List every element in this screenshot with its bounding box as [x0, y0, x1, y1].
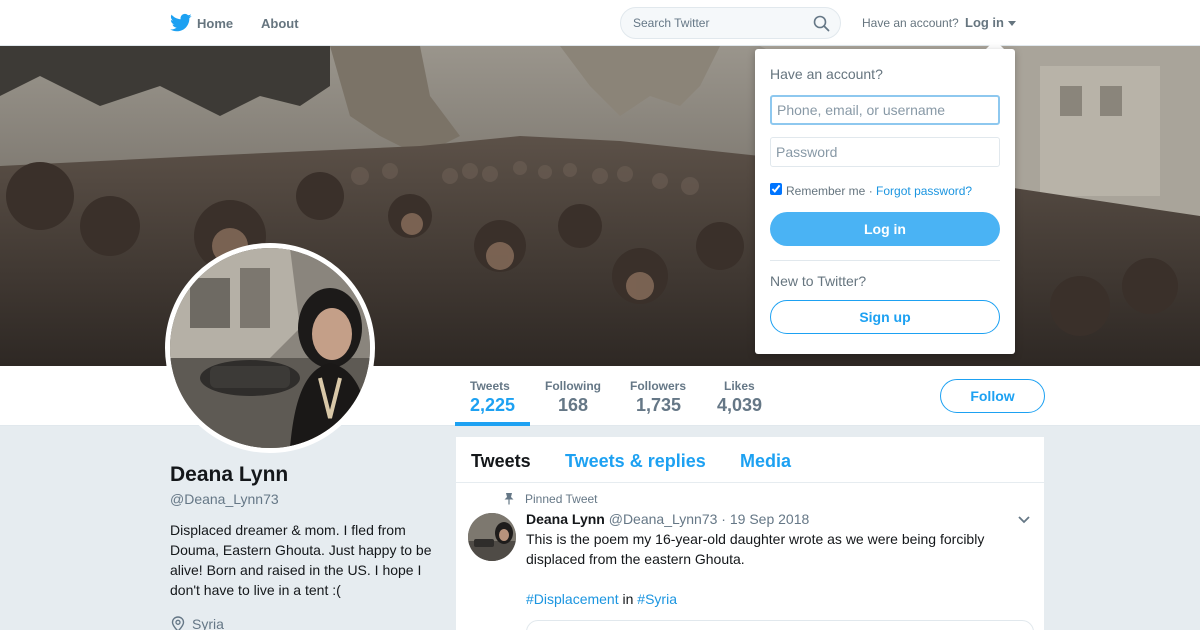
- login-dropdown-toggle[interactable]: Log in: [965, 15, 1004, 30]
- stat-value: 1,735: [636, 395, 682, 415]
- tweet-author-name[interactable]: Deana Lynn: [526, 511, 605, 527]
- pinned-tweet-label: Pinned Tweet: [525, 492, 598, 506]
- timeline-tabs: Tweets Tweets & replies Media: [456, 437, 1044, 483]
- hashtag-link[interactable]: #Displacement: [526, 591, 619, 607]
- profile-location: Syria: [192, 616, 224, 630]
- profile-avatar[interactable]: [165, 243, 375, 453]
- stat-value: 168: [558, 395, 589, 415]
- tab-tweets[interactable]: Tweets: [471, 451, 531, 472]
- signup-button[interactable]: Sign up: [770, 300, 1000, 334]
- tweet-separator: ·: [721, 511, 726, 527]
- new-to-twitter-text: New to Twitter?: [770, 273, 867, 289]
- tab-tweets-and-replies[interactable]: Tweets & replies: [565, 451, 706, 472]
- dropdown-divider: [770, 260, 1000, 261]
- tweet-timestamp[interactable]: 19 Sep 2018: [730, 511, 809, 527]
- stat-following[interactable]: Following 168: [545, 379, 601, 416]
- tweet-hashtags-line: #Displacement in #Syria: [526, 589, 677, 609]
- location-pin-icon: [171, 616, 185, 630]
- nav-home-link[interactable]: Home: [197, 16, 233, 31]
- profile-handle[interactable]: @Deana_Lynn73: [170, 491, 279, 507]
- tab-media[interactable]: Media: [740, 451, 791, 472]
- pin-icon: [504, 493, 514, 505]
- search-icon[interactable]: [813, 15, 830, 32]
- stat-label: Following: [545, 379, 601, 393]
- stat-label: Likes: [724, 379, 755, 393]
- stat-label: Tweets: [470, 379, 510, 393]
- profile-display-name[interactable]: Deana Lynn: [170, 463, 288, 487]
- tweet-header: Deana Lynn @Deana_Lynn73 · 19 Sep 2018: [526, 511, 809, 527]
- tweet-author-handle[interactable]: @Deana_Lynn73: [609, 511, 718, 527]
- remember-me-text[interactable]: Remember me: [786, 184, 865, 198]
- search-input[interactable]: [633, 14, 803, 32]
- login-dropdown: Have an account? Remember me · Forgot pa…: [755, 49, 1015, 354]
- timeline: Tweets Tweets & replies Media Pinned Twe…: [456, 437, 1044, 630]
- top-navigation-bar: Home About Have an account? Log in: [0, 0, 1200, 46]
- hashtag-connector: in: [622, 591, 634, 607]
- dropdown-title: Have an account?: [770, 66, 883, 82]
- tweet-avatar[interactable]: [468, 513, 516, 561]
- nav-about-link[interactable]: About: [261, 16, 299, 31]
- active-stat-underline: [455, 422, 530, 426]
- forgot-password-link[interactable]: Forgot password?: [876, 184, 972, 198]
- dropdown-caret: [986, 40, 1004, 49]
- profile-bio: Displaced dreamer & mom. I fled from Dou…: [170, 522, 432, 598]
- stat-value: 4,039: [717, 395, 763, 415]
- chevron-down-icon[interactable]: [1018, 516, 1030, 524]
- stat-tweets[interactable]: Tweets 2,225: [470, 379, 515, 416]
- tweet-avatar-illustration: [468, 513, 516, 561]
- stat-value: 2,225: [470, 395, 516, 415]
- password-field[interactable]: [770, 137, 1000, 167]
- caret-down-icon[interactable]: [1008, 21, 1016, 26]
- tweet-text: This is the poem my 16-year-old daughter…: [526, 531, 985, 567]
- search-box: [620, 7, 841, 39]
- avatar-photo-illustration: [170, 248, 370, 448]
- username-field[interactable]: [770, 95, 1000, 125]
- remember-me-checkbox[interactable]: [770, 183, 782, 195]
- login-button[interactable]: Log in: [770, 212, 1000, 246]
- have-account-text: Have an account?: [862, 16, 959, 30]
- tweet-media-card[interactable]: [526, 620, 1034, 630]
- stat-followers[interactable]: Followers 1,735: [630, 379, 686, 416]
- stat-likes[interactable]: Likes 4,039: [717, 379, 762, 416]
- stat-label: Followers: [630, 379, 687, 393]
- twitter-bird-icon[interactable]: [170, 13, 192, 33]
- hashtag-link[interactable]: #Syria: [637, 591, 677, 607]
- remember-me-label: Remember me · Forgot password?: [786, 184, 972, 198]
- remember-separator: ·: [868, 184, 873, 198]
- follow-button[interactable]: Follow: [940, 379, 1045, 413]
